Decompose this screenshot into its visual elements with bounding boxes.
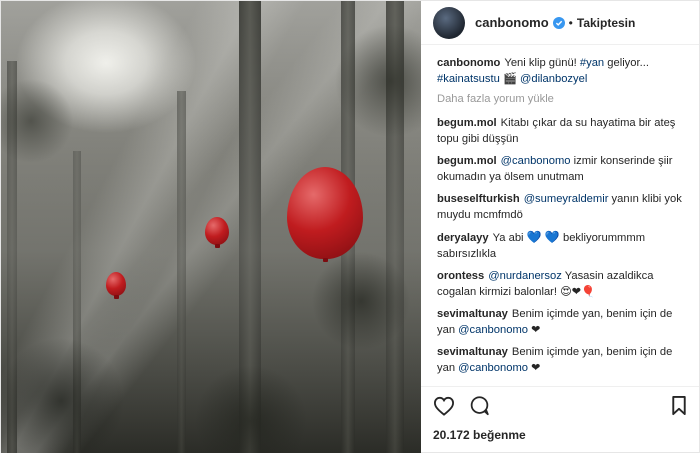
comment-item: buseselfturkish @sumeyraldemir yanın klib… (437, 191, 687, 223)
load-more-comments[interactable]: Daha fazla yorum yükle (437, 93, 687, 105)
comment-username[interactable]: buseselfturkish (437, 193, 520, 205)
comment-username[interactable]: orontess (437, 270, 484, 282)
comment-username[interactable]: deryalayy (437, 232, 489, 244)
caption: canbonomo Yeni klip günü! #yan geliyor...… (437, 55, 687, 87)
like-count[interactable]: 20.172 beğenme (421, 424, 699, 453)
heart-outline-icon[interactable] (433, 396, 455, 416)
separator-dot: • (568, 15, 573, 30)
instagram-post: canbonomo • Takiptesin canbonomo Yeni kli… (0, 0, 700, 453)
comment-username[interactable]: sevimaltunay (437, 308, 508, 320)
hashtag-link[interactable]: #kainatsustu (437, 73, 500, 85)
red-balloon (205, 217, 229, 248)
post-header: canbonomo • Takiptesin (421, 1, 699, 45)
emoji-group: 😍❤🎈 (560, 286, 596, 298)
blue-heart-emoji: 💙 💙 (526, 230, 560, 244)
mention-link[interactable]: @nurdanersoz (488, 270, 562, 282)
comment-item: orontess @nurdanersoz Yasasin azaldikca c… (437, 268, 687, 300)
comment-item: sevimaltunay Benim içimde yan, benim için… (437, 306, 687, 338)
bookmark-icon[interactable] (671, 395, 687, 416)
verified-badge-icon (552, 16, 565, 29)
post-side-panel: canbonomo • Takiptesin canbonomo Yeni kli… (421, 1, 699, 453)
hashtag-link[interactable]: #yan (580, 57, 604, 69)
mention-link[interactable]: @canbonomo (458, 362, 528, 374)
post-photo[interactable] (1, 1, 421, 453)
avatar[interactable] (433, 6, 465, 39)
black-heart-emoji: ❤ (531, 362, 541, 374)
comment-item: begum.mol Kitabı çıkar da su hayatima bir… (437, 115, 687, 147)
comments-list: canbonomo Yeni klip günü! #yan geliyor...… (421, 45, 699, 386)
mention-link[interactable]: @canbonomo (501, 155, 571, 167)
comment-username[interactable]: begum.mol (437, 117, 497, 129)
clapper-emoji: 🎬 (502, 73, 517, 85)
red-balloon (287, 167, 363, 262)
comment-item: deryalayy Ya abi 💙 💙 bekliyorummmm sabırs… (437, 229, 687, 262)
caption-text: Yeni klip günü! (504, 57, 580, 69)
caption-username[interactable]: canbonomo (437, 57, 500, 69)
comment-text: Ya abi (492, 232, 527, 244)
comment-username[interactable]: begum.mol (437, 155, 497, 167)
header-username[interactable]: canbonomo (475, 15, 549, 30)
mention-link[interactable]: @canbonomo (458, 324, 528, 336)
mention-link[interactable]: @sumeyraldemir (524, 193, 609, 205)
caption-text: geliyor... (604, 57, 649, 69)
mention-link[interactable]: @dilanbozyel (520, 73, 587, 85)
action-bar (421, 386, 699, 424)
comment-item: begum.mol @canbonomo izmir konserinde şii… (437, 153, 687, 185)
speech-bubble-icon[interactable] (469, 395, 490, 416)
black-heart-emoji: ❤ (531, 324, 541, 336)
comment-item: sevimaltunay Benim içimde yan, benim için… (437, 344, 687, 376)
red-balloon (106, 272, 126, 299)
follow-status[interactable]: Takiptesin (577, 16, 635, 30)
comment-username[interactable]: sevimaltunay (437, 346, 508, 358)
